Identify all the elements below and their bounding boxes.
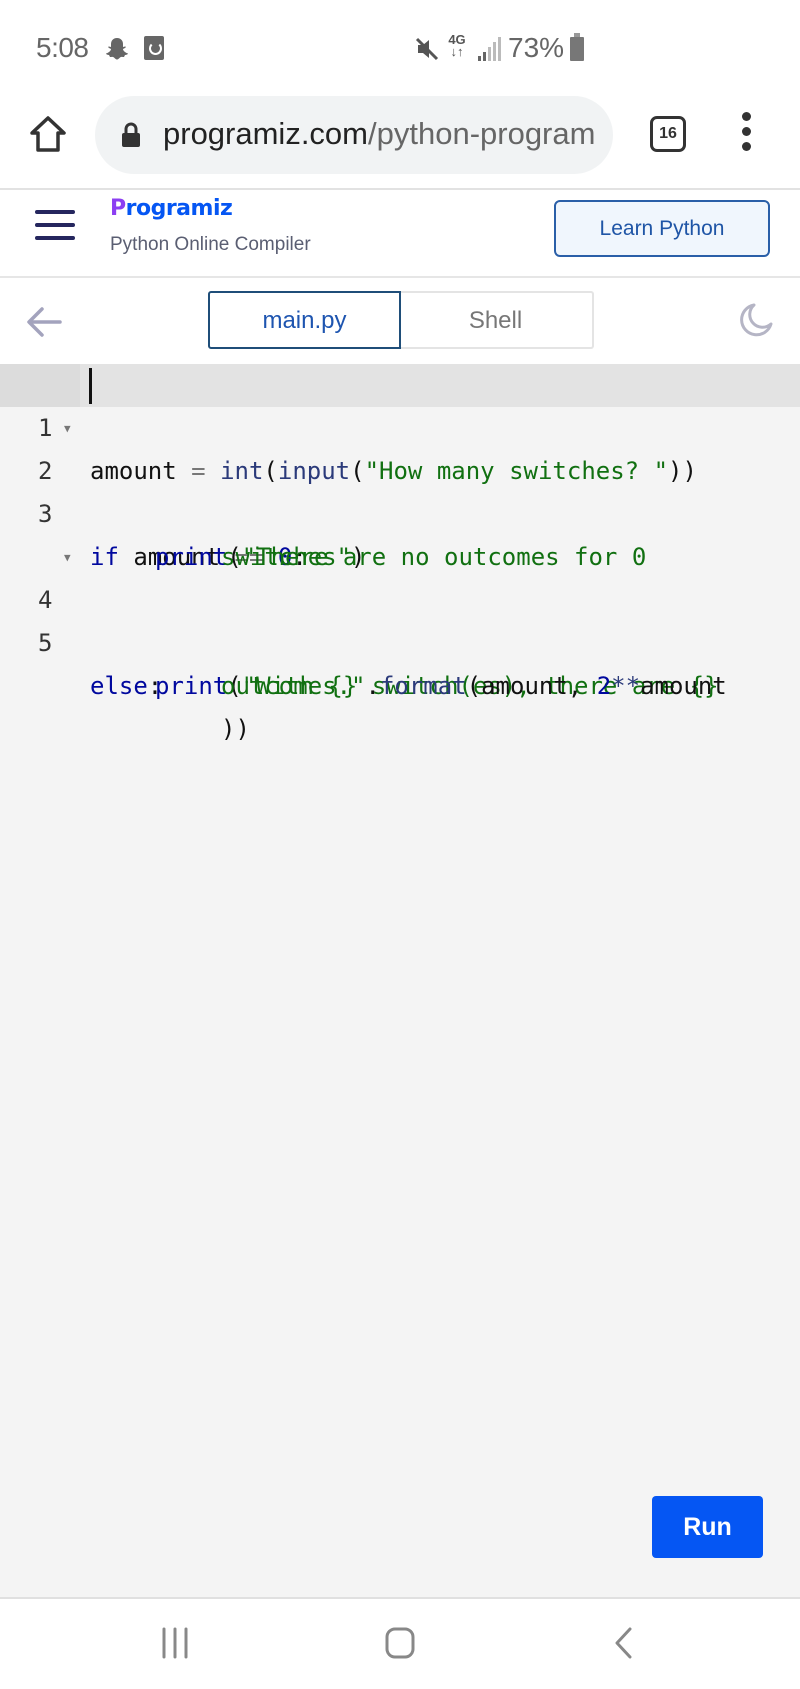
code-line-5[interactable]: 5 print("With {} switch(es), there are {… [0,579,800,700]
text-cursor [89,368,92,404]
code-line-5-wrap-2[interactable]: )) [0,665,800,743]
back-arrow-icon[interactable] [24,302,64,342]
app-notification-icon [144,36,164,60]
tabs-button[interactable]: 16 [650,116,686,152]
snapchat-icon [106,38,128,60]
system-nav-bar [0,1597,800,1689]
network-label: 4G [448,32,466,47]
network-4g-icon: 4G ↓↑ [448,32,466,59]
fold-arrow-icon[interactable]: ▼ [64,407,71,450]
battery-icon [570,33,584,61]
code-text: )) [221,715,250,743]
code-line-3[interactable]: 3 print("There are no outcomes for 0 [0,450,800,571]
url-domain: programiz.com [163,116,368,151]
hamburger-menu-icon[interactable] [35,210,75,242]
code-line-5-wrap-1[interactable]: outcomes.".format(amount, 2**amount [0,622,800,700]
dark-mode-moon-icon[interactable] [736,300,776,340]
logo-rest: rogramiz [125,196,233,221]
signal-icon [478,37,501,61]
recent-apps-icon[interactable] [160,1627,190,1659]
editor-toolbar: main.py Shell [0,278,800,364]
status-time: 5:08 [36,32,89,63]
code-line-3-wrap[interactable]: switches") [0,493,800,571]
code-editor[interactable]: 1 amount = int(input("How many switches?… [0,364,800,1597]
fold-arrow-icon[interactable]: ▼ [64,536,71,579]
home-nav-icon[interactable] [384,1627,416,1659]
battery-percent: 73% [508,32,565,63]
mute-icon [415,37,439,61]
tab-main-py[interactable]: main.py [208,291,401,349]
code-line-4[interactable]: 4 ▼ else: [0,536,800,700]
tab-shell[interactable]: Shell [399,291,594,349]
page-subtitle: Python Online Compiler [110,234,311,255]
logo-initial: P [110,196,126,221]
programiz-logo[interactable]: Programiz [110,196,233,221]
code-line-2[interactable]: 2 ▼ if amount == 0: [0,407,800,571]
code-line-1[interactable]: 1 amount = int(input("How many switches?… [0,364,800,485]
url-text: programiz.com/python-program [163,116,595,152]
browser-toolbar: programiz.com/python-program 16 [0,90,800,190]
status-bar: 5:08 4G ↓↑ 73% [0,0,800,90]
site-header: Programiz Python Online Compiler Learn P… [0,190,800,278]
address-bar[interactable]: programiz.com/python-program [95,96,613,174]
home-icon[interactable] [26,112,70,156]
lock-icon [122,122,140,147]
learn-python-button[interactable]: Learn Python [554,200,770,257]
run-button[interactable]: Run [652,1496,763,1558]
back-nav-icon[interactable] [612,1627,634,1659]
menu-icon[interactable] [736,112,756,158]
url-path: /python-program [368,116,596,151]
